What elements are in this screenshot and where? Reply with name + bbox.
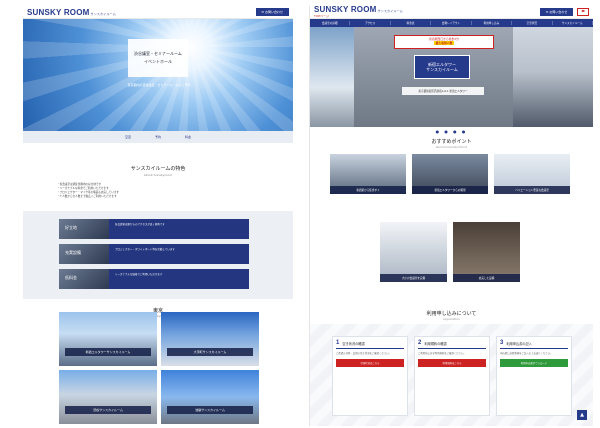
nav-item[interactable]: サンスカイルーム — [553, 21, 593, 25]
feature-band: 好立地 各会議室は駅からのアクセスが良く便利です 充実設備 プロジェクター・ホワ… — [23, 210, 293, 299]
hero-title-line-2: イベントホール — [144, 59, 172, 64]
nav-item[interactable]: 空室状況 — [512, 21, 553, 25]
screenshot-left-top-page: SUNSKY ROOMサンスカイルーム ✉ お問い合わせ 渋谷議室・セミナールー… — [23, 6, 293, 426]
step-button[interactable]: 利用申込書ダウンロード — [500, 358, 568, 367]
step-label: 利用申込書の記入 — [506, 341, 532, 346]
recommend-label: 大小の会議室を完備 — [380, 274, 447, 282]
hero-title-line-1: 渋谷議室・セミナールーム — [134, 51, 182, 56]
hero-room-image — [513, 27, 593, 127]
venue-label: 池袋サンスカイルーム — [167, 406, 253, 414]
hero-subtitle: 東京都内の貸会議室・セミナールームのご予約 — [127, 83, 191, 87]
recommend-card[interactable]: 充実した設備 — [453, 222, 520, 282]
hero-tower-image — [310, 27, 354, 127]
quick-links: 空室 予約 料金 — [23, 131, 293, 143]
quick-link-availability[interactable]: 空室 — [125, 135, 131, 139]
venue-grid: 新宿エルタワーサンスカイルーム 大手町サンスカイルーム 渋谷サンスカイルーム 池… — [59, 312, 259, 424]
recommend-card[interactable]: バリエーション豊富な会議室 — [494, 154, 570, 194]
step-button[interactable]: 空室状況はこちら — [336, 358, 404, 367]
recommend-subtitle: Recommended Point — [436, 145, 467, 149]
apply-subtitle: Application — [443, 317, 460, 321]
features-title: サンスカイルームの特色 — [130, 166, 186, 172]
step-body: ご利用前に必ず利用規約をご確認ください。 — [418, 352, 466, 355]
hero-address: 東京都新宿区西新宿1-6-1 新宿エルタワー — [402, 87, 484, 95]
venue-label: 渋谷サンスカイルーム — [65, 406, 151, 414]
features-bullet: ・少人数から大人数まで幅広くご利用いただけます — [57, 194, 117, 198]
header: SUNSKY ROOMサンスカイルーム TOPページ ✉ お問い合わせ ☎ — [310, 6, 593, 19]
contact-button[interactable]: ✉ お問い合わせ — [539, 8, 574, 16]
step-body: 申込書に必要事項をご記入の上お送りください。 — [500, 352, 553, 355]
feature-row: 低料金 リーズナブルな価格でご利用いただけます — [59, 268, 249, 289]
apply-title: 利用申し込みについて — [426, 311, 477, 317]
top-page-link[interactable]: TOPページ — [314, 15, 403, 18]
feature-text: プロジェクター・ホワイトボード等を完備しています — [109, 243, 249, 264]
feature-row: 充実設備 プロジェクター・ホワイトボード等を完備しています — [59, 243, 249, 264]
recommend-label: 新宿駅から徒歩すぐ — [330, 186, 406, 194]
apply-step: 3 利用申込書の記入 申込書に必要事項をご記入の上お送りください。 利用申込書ダウ… — [496, 336, 572, 416]
hero-banner: 渋谷議室・セミナールーム イベントホール 東京都内の貸会議室・セミナールームのご… — [23, 19, 293, 131]
hero-badge: 新宿駅西口から徒歩3分 最大収容人数 — [394, 35, 494, 49]
slider-dots[interactable]: ● ● ● ● — [310, 129, 593, 134]
nav-item[interactable]: 利用申し込み — [472, 21, 513, 25]
nav-item[interactable]: 料金表 — [391, 21, 432, 25]
venue-label: 大手町サンスカイルーム — [167, 348, 253, 356]
screenshot-right-venue-page: SUNSKY ROOMサンスカイルーム TOPページ ✉ お問い合わせ ☎ 会議… — [309, 6, 593, 426]
recommend-label: バリエーション豊富な会議室 — [494, 186, 570, 194]
recommend-label: 充実した設備 — [453, 274, 520, 282]
recommend-grid: 新宿駅から徒歩すぐ 新宿エルタワーからの眺望 バリエーション豊富な会議室 — [330, 154, 570, 194]
step-number: 2 — [418, 340, 422, 346]
nav-item[interactable]: 会場レイアウト — [431, 21, 472, 25]
hero-title-card: 渋谷議室・セミナールーム イベントホール — [128, 39, 188, 77]
quick-link-price[interactable]: 料金 — [185, 135, 191, 139]
step-label: 空き状況の確認 — [342, 341, 365, 346]
venue-label: 新宿エルタワーサンスカイルーム — [65, 348, 151, 356]
features-subtitle: About Sunskyroom — [143, 173, 173, 177]
nav-item[interactable]: アクセス — [350, 21, 391, 25]
features-list: ・各会議室は駅徒歩圏内の好立地です ・リーズナブルな料金でご利用いただけます ・… — [57, 183, 259, 199]
contact-button[interactable]: ✉ お問い合わせ — [255, 8, 289, 16]
recommend-grid-row2: 大小の会議室を完備 充実した設備 — [380, 222, 520, 282]
feature-text: リーズナブルな価格でご利用いただけます — [109, 268, 249, 289]
recommend-card[interactable]: 大小の会議室を完備 — [380, 222, 447, 282]
hero-slider: 新宿駅西口から徒歩3分 最大収容人数 新宿エルタワー サンスカイルーム 東京都新宿… — [310, 27, 593, 127]
step-number: 1 — [336, 340, 340, 346]
quick-link-reserve[interactable]: 予約 — [155, 135, 161, 139]
nav-item[interactable]: 会議室の詳細 — [310, 21, 351, 25]
site-logo[interactable]: SUNSKY ROOMサンスカイルーム — [27, 8, 116, 17]
step-label: 利用規約の確認 — [424, 341, 447, 346]
hero-title-card: 新宿エルタワー サンスカイルーム — [414, 55, 470, 79]
recommend-card[interactable]: 新宿駅から徒歩すぐ — [330, 154, 406, 194]
venue-card[interactable]: 渋谷サンスカイルーム — [59, 370, 157, 424]
step-body: ご希望の日時・会場の空き状況をご確認ください。 — [336, 352, 391, 355]
global-nav: 会議室の詳細 アクセス 料金表 会場レイアウト 利用申し込み 空室状況 サンスカ… — [310, 19, 593, 27]
phone-number-box[interactable]: ☎ — [577, 8, 589, 16]
step-button[interactable]: 利用規約はこちら — [418, 358, 486, 367]
feature-image: 好立地 — [59, 218, 109, 239]
page-top-button[interactable]: ▲ — [577, 410, 587, 420]
header: SUNSKY ROOMサンスカイルーム ✉ お問い合わせ — [23, 6, 293, 19]
recommend-label: 新宿エルタワーからの眺望 — [412, 186, 488, 194]
venue-card[interactable]: 新宿エルタワーサンスカイルーム — [59, 312, 157, 366]
feature-image: 低料金 — [59, 268, 109, 289]
apply-step: 1 空き状況の確認 ご希望の日時・会場の空き状況をご確認ください。 空室状況はこち… — [332, 336, 408, 416]
feature-image: 充実設備 — [59, 243, 109, 264]
recommend-card[interactable]: 新宿エルタワーからの眺望 — [412, 154, 488, 194]
feature-text: 各会議室は駅からのアクセスが良く便利です — [109, 218, 249, 239]
step-number: 3 — [500, 340, 504, 346]
site-logo[interactable]: SUNSKY ROOMサンスカイルーム TOPページ — [314, 6, 403, 18]
feature-row: 好立地 各会議室は駅からのアクセスが良く便利です — [59, 218, 249, 239]
apply-steps: 1 空き状況の確認 ご希望の日時・会場の空き状況をご確認ください。 空室状況はこち… — [332, 336, 572, 416]
venue-card[interactable]: 池袋サンスカイルーム — [161, 370, 259, 424]
apply-step: 2 利用規約の確認 ご利用前に必ず利用規約をご確認ください。 利用規約はこちら — [414, 336, 490, 416]
recommend-title: おすすめポイント — [431, 139, 472, 145]
venue-card[interactable]: 大手町サンスカイルーム — [161, 312, 259, 366]
